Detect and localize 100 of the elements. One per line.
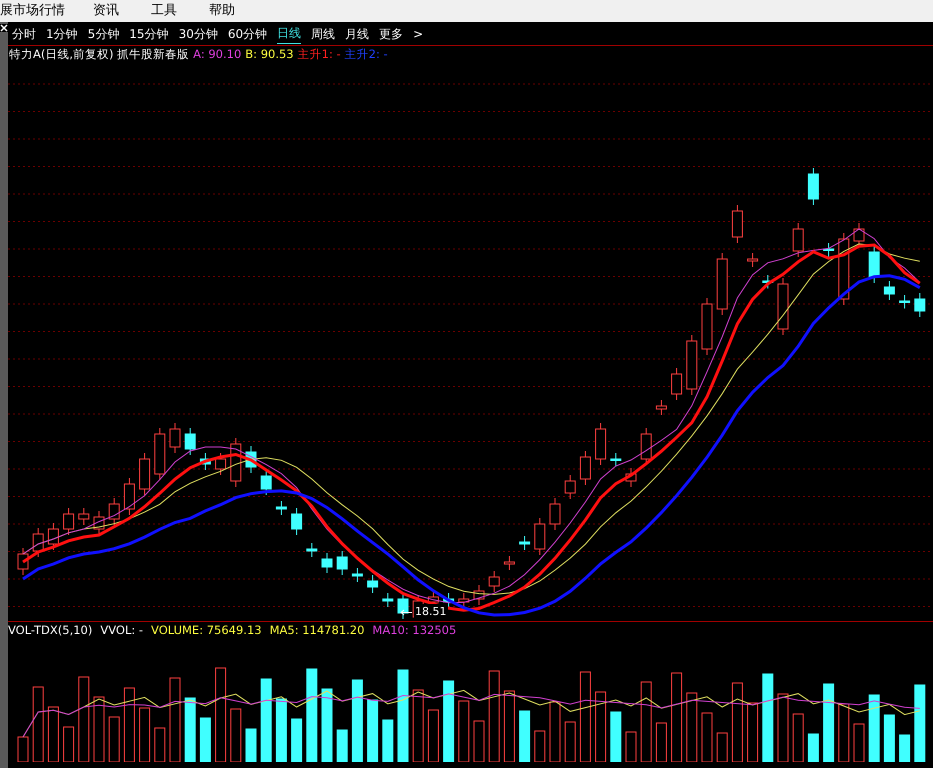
candle xyxy=(534,518,546,556)
candle xyxy=(580,450,591,486)
candle xyxy=(564,474,576,500)
volume-bar xyxy=(595,692,606,762)
volume-bar xyxy=(367,700,378,762)
volume-bar xyxy=(686,692,698,762)
volume-bar xyxy=(550,702,560,762)
period-tab[interactable]: 周线 xyxy=(311,24,336,44)
candle xyxy=(747,252,758,268)
candle xyxy=(170,422,180,454)
candle xyxy=(671,368,682,400)
menu-item[interactable]: 工具 xyxy=(147,1,181,21)
candle xyxy=(884,280,895,300)
volume-bar xyxy=(428,710,439,762)
indicator-value: A: 90.10 xyxy=(193,46,242,64)
candle xyxy=(276,500,287,516)
volume-bar xyxy=(747,702,758,762)
volume-bar xyxy=(534,730,546,762)
candle xyxy=(398,592,408,620)
indicator-value: VOL-TDX(5,10) xyxy=(8,622,92,640)
candle xyxy=(808,168,819,206)
period-tab[interactable]: 月线 xyxy=(345,24,370,44)
volume-bar xyxy=(854,724,864,762)
volume-bar xyxy=(139,708,150,762)
period-tab[interactable]: 15分钟 xyxy=(129,24,169,44)
candle xyxy=(610,452,622,467)
volume-bar xyxy=(656,722,667,762)
volume-bar xyxy=(63,726,74,762)
volume-bar xyxy=(246,728,256,762)
candle xyxy=(626,468,636,488)
volume-bar xyxy=(276,698,287,762)
candle xyxy=(291,508,302,536)
arrow-icon xyxy=(400,608,412,616)
candle xyxy=(336,550,348,576)
candle xyxy=(18,548,28,576)
period-tab[interactable]: 分时 xyxy=(12,24,36,44)
candle xyxy=(702,298,712,356)
period-tab[interactable]: 更多 xyxy=(379,24,404,44)
candle xyxy=(230,438,242,488)
volume-bar xyxy=(808,734,819,762)
volume-bar xyxy=(778,694,788,762)
candle xyxy=(124,478,135,516)
candle xyxy=(458,592,470,608)
candle xyxy=(762,274,774,289)
volume-bar xyxy=(291,718,302,762)
menu-item[interactable]: 展市场行情 xyxy=(0,1,65,21)
menu-item[interactable]: 帮助 xyxy=(205,1,239,21)
chart-title: 特力A(日线,前复权) 抓牛股新春版 xyxy=(9,46,190,64)
volume-bar xyxy=(716,732,728,762)
candle xyxy=(139,452,150,496)
candle xyxy=(322,552,332,574)
menu-item[interactable]: 资讯 xyxy=(89,1,123,21)
volume-bar xyxy=(382,720,394,762)
volume-bar xyxy=(94,696,104,762)
period-tab[interactable]: 1分钟 xyxy=(46,24,78,44)
period-tab[interactable]: 30分钟 xyxy=(178,24,218,44)
candle xyxy=(899,294,910,309)
candle xyxy=(778,278,788,336)
candle xyxy=(246,446,256,474)
indicator-value: 主升1: - xyxy=(298,46,341,64)
candle xyxy=(474,584,484,606)
volume-bar xyxy=(336,730,348,762)
period-tab[interactable]: 60分钟 xyxy=(228,24,268,44)
volume-bar xyxy=(108,716,120,762)
candle xyxy=(367,574,378,594)
candle xyxy=(732,204,743,244)
indicator-value: VVOL: - xyxy=(100,622,144,640)
candle xyxy=(32,528,44,558)
candle xyxy=(94,510,104,536)
more-arrow[interactable]: > xyxy=(413,24,424,42)
candle xyxy=(716,252,728,316)
volume-bar xyxy=(610,712,622,762)
candle xyxy=(382,592,394,608)
volume-bar xyxy=(474,720,484,762)
candle xyxy=(352,568,363,582)
volume-bar xyxy=(702,712,712,762)
candle xyxy=(215,452,226,476)
candle xyxy=(184,428,196,456)
candle xyxy=(108,498,120,526)
candle xyxy=(63,508,74,536)
candle xyxy=(78,508,90,526)
candle xyxy=(260,470,272,496)
volume-bar xyxy=(838,704,850,762)
volume-bar xyxy=(626,732,636,762)
indicator-value: MA10: 132505 xyxy=(372,622,456,640)
close-icon[interactable] xyxy=(0,24,8,32)
volume-bar xyxy=(884,714,895,762)
candle xyxy=(550,498,560,530)
candle xyxy=(868,246,880,284)
indicator-value: VOLUME: 75649.13 xyxy=(151,622,262,640)
period-tab[interactable]: 日线 xyxy=(277,23,302,44)
candle xyxy=(154,428,166,480)
candle xyxy=(48,522,59,550)
candle xyxy=(823,242,834,257)
volume-bar xyxy=(458,700,470,762)
indicator-value: 主升2: - xyxy=(344,46,388,64)
period-tab[interactable]: 5分钟 xyxy=(88,24,120,44)
candle xyxy=(306,542,318,558)
volume-bar xyxy=(184,698,196,762)
candle xyxy=(792,222,804,258)
